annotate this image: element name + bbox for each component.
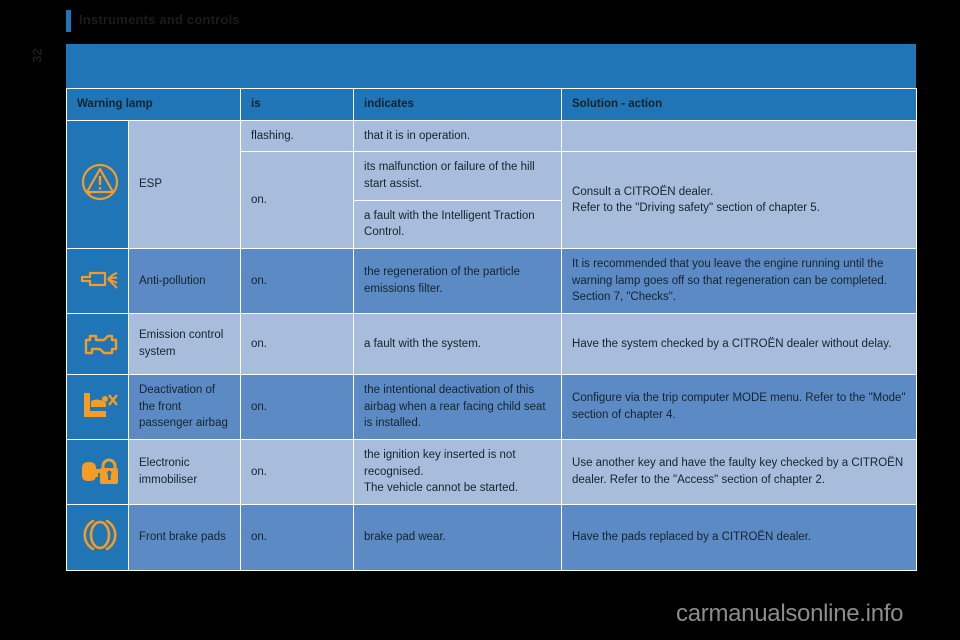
warning-lamp-name: Electronic immobiliser xyxy=(127,439,242,506)
warning-lamp-solution: Consult a CITROËN dealer. Refer to the "… xyxy=(561,151,918,250)
column-header-warning-lamp: Warning lamp xyxy=(65,88,242,121)
table-row: Front brake pads on. brake pad wear. Hav… xyxy=(66,504,918,571)
warning-lamps-table: Warning lamp is indicates Solution - act… xyxy=(65,88,918,571)
warning-lamp-solution: Have the pads replaced by a CITROËN deal… xyxy=(561,504,918,571)
table-row: Emission control system on. a fault with… xyxy=(66,313,918,376)
table-row: Deactivation of the front passenger airb… xyxy=(66,374,918,441)
warning-lamp-indication: a fault with the system. xyxy=(353,313,563,376)
warning-lamp-name: ESP xyxy=(127,119,242,250)
warning-lamp-solution: Have the system checked by a CITROËN dea… xyxy=(561,313,918,376)
indication-line-2: The vehicle cannot be started. xyxy=(364,482,519,495)
warning-lamp-state: on. xyxy=(240,374,355,441)
warning-lamp-icon-cell xyxy=(66,119,129,250)
warning-lamp-state: flashing. xyxy=(240,119,355,153)
table-row: Electronic immobiliser on. the ignition … xyxy=(66,439,918,506)
indication-line-1: the ignition key inserted is not recogni… xyxy=(364,449,516,478)
column-header-is: is xyxy=(240,88,355,121)
warning-lamp-icon-cell xyxy=(66,504,129,571)
table-row: Anti-pollution on. the regeneration of t… xyxy=(66,248,918,315)
warning-lamp-name: Emission control system xyxy=(127,313,242,376)
front-brake-pads-icon xyxy=(77,512,123,558)
warning-lamp-state: on. xyxy=(240,439,355,506)
page-header: Instruments and controls xyxy=(66,8,240,34)
warning-lamp-indication: a fault with the Intelligent Traction Co… xyxy=(353,199,563,250)
watermark: carmanualsonline.info xyxy=(676,600,904,627)
column-header-indicates: indicates xyxy=(353,88,563,121)
table-header-row: Warning lamp is indicates Solution - act… xyxy=(65,88,918,121)
warning-lamp-icon-cell xyxy=(66,313,129,376)
warning-lamp-name: Anti-pollution xyxy=(127,248,242,315)
warning-lamp-name: Front brake pads xyxy=(127,504,242,571)
column-header-solution: Solution - action xyxy=(561,88,918,121)
warning-lamp-solution-spacer xyxy=(561,119,918,153)
warning-lamp-solution: Use another key and have the faulty key … xyxy=(561,439,918,506)
page-number-text: 32 xyxy=(29,47,45,63)
warning-lamp-solution: Configure via the trip computer MODE men… xyxy=(561,374,918,441)
warning-lamp-state: on. xyxy=(240,313,355,376)
page-number: 32 xyxy=(22,40,52,70)
warning-lamp-indication: that it is in operation. xyxy=(353,119,563,153)
warning-lamp-indication: its malfunction or failure of the hill s… xyxy=(353,151,563,201)
table-row: ESP flashing. that it is in operation. xyxy=(66,119,918,250)
warning-lamp-state: on. xyxy=(240,151,355,250)
warning-lamp-icon-cell xyxy=(66,248,129,315)
warning-lamp-indication: the intentional deactivation of this air… xyxy=(353,374,563,441)
warning-lamp-icon-cell xyxy=(66,374,129,441)
warning-lamp-sheet: Warning lamp is indicates Solution - act… xyxy=(65,44,918,571)
warning-lamp-indication: brake pad wear. xyxy=(353,504,563,571)
sheet-banner xyxy=(66,44,916,88)
warning-lamp-indication: the ignition key inserted is not recogni… xyxy=(353,439,563,506)
passenger-airbag-deactivation-icon xyxy=(77,383,123,429)
solution-line-2: Refer to the "Driving safety" section of… xyxy=(572,202,820,215)
warning-lamp-name: Deactivation of the front passenger airb… xyxy=(127,374,242,441)
header-accent-bar xyxy=(66,10,71,32)
page-title: Instruments and controls xyxy=(79,11,240,27)
solution-line-1: Consult a CITROËN dealer. xyxy=(572,185,714,198)
warning-lamp-indication: the regeneration of the particle emissio… xyxy=(353,248,563,315)
electronic-immobiliser-key-lock-icon xyxy=(77,449,123,495)
warning-lamp-icon-cell xyxy=(66,439,129,506)
warning-lamp-state: on. xyxy=(240,504,355,571)
warning-lamp-solution: It is recommended that you leave the eng… xyxy=(561,248,918,315)
warning-lamp-state: on. xyxy=(240,248,355,315)
esp-warning-triangle-icon xyxy=(77,159,123,205)
anti-pollution-exhaust-icon xyxy=(77,258,123,304)
emission-control-engine-icon xyxy=(77,321,123,367)
